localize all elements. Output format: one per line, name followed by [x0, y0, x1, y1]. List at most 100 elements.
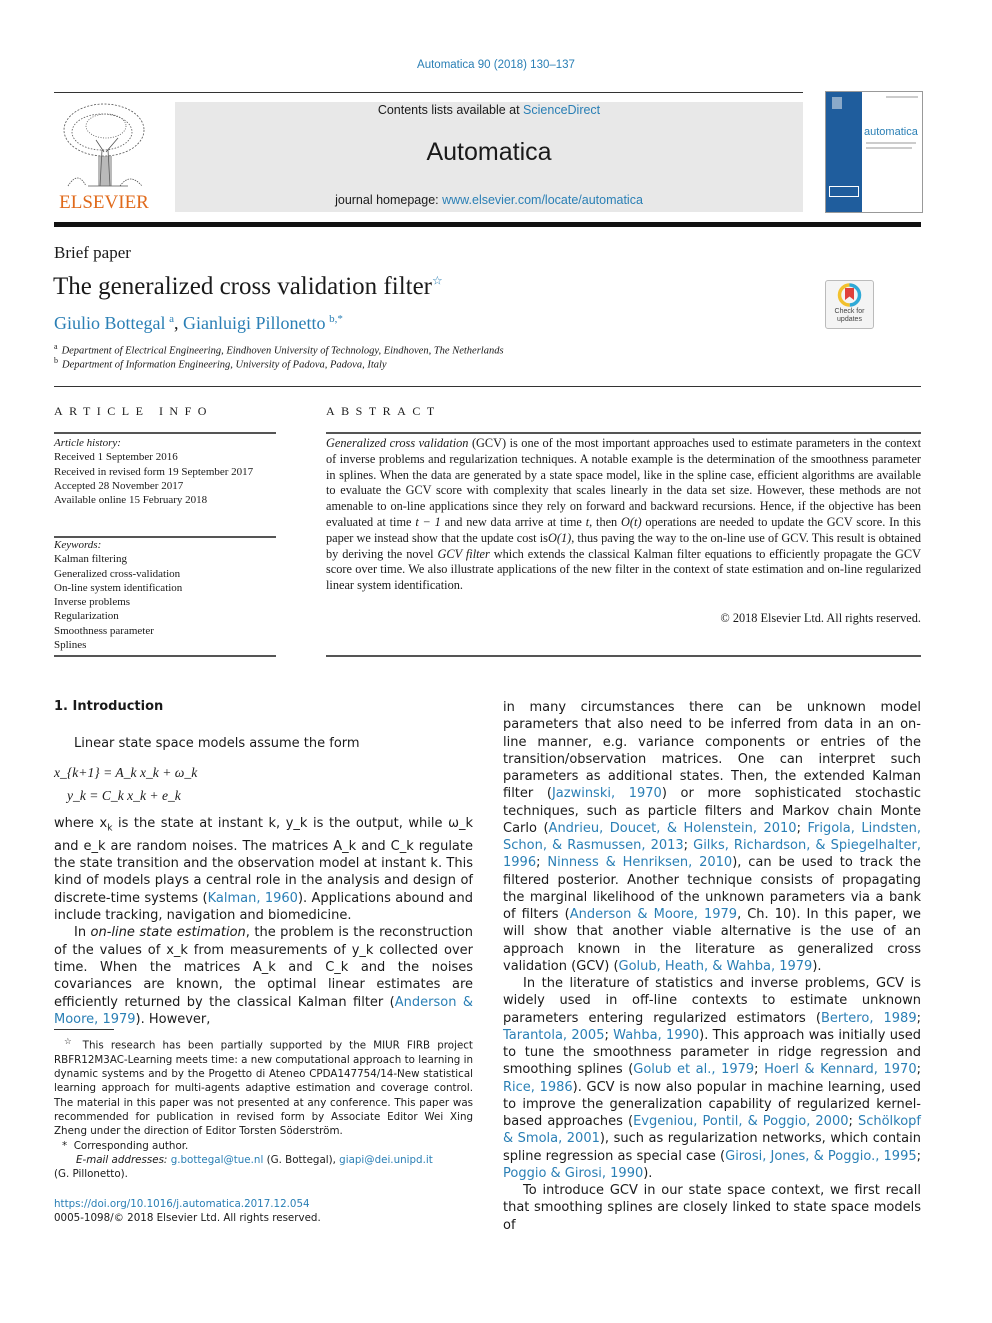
check-for-updates-button[interactable]: Check for updates — [825, 280, 874, 329]
text-span: ). — [812, 958, 822, 974]
corresponding-footnote: * Corresponding author. — [54, 1139, 473, 1153]
history-item: Received in revised form 19 September 20… — [54, 465, 254, 478]
separator: ; — [796, 820, 808, 836]
divider — [326, 655, 921, 657]
separator: ; — [916, 1148, 921, 1164]
email-link[interactable]: giapi@dei.unipd.it — [339, 1154, 433, 1166]
body-column-right: in many circumstances there can be unkno… — [503, 699, 921, 1234]
keywords-label: Keywords: — [54, 539, 102, 551]
author-name-link[interactable]: Giulio Bottegal — [54, 313, 166, 333]
journal-reference-link[interactable]: Automatica 90 (2018) 130–137 — [0, 59, 992, 71]
crossmark-icon — [837, 283, 862, 307]
citation-link[interactable]: Golub, Heath, & Wahba, 1979 — [619, 959, 813, 974]
abstract-text: Generalized cross validation (GCV) is on… — [326, 436, 921, 594]
equation-state: x_{k+1} = A_k x_k + ω_k — [54, 765, 198, 780]
text-span: ). — [643, 1165, 653, 1181]
equation-output: y_k = C_k x_k + e_k — [67, 788, 181, 803]
separator: ; — [916, 1062, 921, 1078]
journal-header-box: Contents lists available at ScienceDirec… — [175, 102, 803, 212]
separator: ; — [604, 1027, 614, 1043]
corresponding-text: Corresponding author. — [73, 1139, 189, 1152]
paragraph: in many circumstances there can be unkno… — [503, 699, 921, 975]
paragraph: To introduce GCV in our state space cont… — [503, 1182, 921, 1234]
text-span: where x — [54, 816, 108, 831]
keyword-item: Kalman filtering — [54, 553, 128, 566]
email-owner: (G. Pillonetto). — [54, 1168, 128, 1181]
divider — [54, 655, 276, 657]
affiliation-text: Department of Information Engineering, U… — [62, 359, 387, 371]
separator: ; — [536, 855, 548, 871]
divider — [54, 432, 276, 434]
history-item: Accepted 28 November 2017 — [54, 479, 184, 492]
italic-span: on-line state estimation — [90, 925, 246, 941]
author-affil-sup[interactable]: b,* — [329, 313, 343, 325]
abstract-heading: ABSTRACT — [326, 404, 441, 418]
citation-link[interactable]: Girosi, Jones, & Poggio., 1995 — [725, 1149, 916, 1164]
cover-title: automatica — [864, 126, 918, 138]
footnote-rule — [54, 1029, 114, 1030]
footnotes: ☆ This research has been partially suppo… — [54, 1035, 473, 1181]
separator: ; — [683, 838, 694, 853]
keyword-item: Regularization — [54, 610, 119, 623]
keywords-list: Keywords: Kalman filtering Generalized c… — [54, 538, 276, 652]
elsevier-wordmark: ELSEVIER — [59, 192, 149, 213]
journal-name: Automatica — [426, 138, 552, 166]
separator: ; — [916, 1010, 921, 1026]
affiliation-text: Department of Electrical Engineering, Ei… — [61, 345, 504, 357]
separator: ; — [848, 1114, 858, 1129]
author-list: Giulio Bottegal a, Gianluigi Pillonetto … — [54, 313, 343, 333]
footnote-star-icon: ☆ — [64, 1037, 76, 1047]
divider — [54, 386, 921, 387]
divider — [326, 432, 921, 434]
elsevier-logo[interactable]: ELSEVIER — [54, 100, 154, 215]
abstract-span: , then — [589, 514, 622, 529]
doi-link[interactable]: https://doi.org/10.1016/j.automatica.201… — [54, 1197, 321, 1211]
header-rule — [54, 92, 803, 93]
citation-link[interactable]: Andrieu, Doucet, & Holenstein, 2010 — [549, 821, 797, 836]
paragraph: where xk is the state at instant k, y_k … — [54, 816, 474, 924]
citation-link[interactable]: Bertero, 1989 — [821, 1011, 917, 1026]
citation-link[interactable]: Anderson & Moore, 1979 — [570, 907, 737, 922]
email-label: E-mail addresses: — [76, 1153, 168, 1166]
history-label: Article history: — [54, 437, 121, 449]
journal-homepage-link[interactable]: www.elsevier.com/locate/automatica — [442, 193, 643, 207]
math-inline: O(1) — [547, 530, 572, 545]
body-column-left: where xk is the state at instant k, y_k … — [54, 815, 473, 1028]
affiliation: b Department of Information Engineering, … — [54, 356, 387, 371]
author-name-link[interactable]: Gianluigi Pillonetto — [183, 313, 326, 333]
article-info-heading: ARTICLE INFO — [54, 404, 213, 418]
email-link[interactable]: g.bottegal@tue.nl — [171, 1154, 264, 1166]
contents-line: Contents lists available at ScienceDirec… — [175, 103, 803, 117]
paper-title-text: The generalized cross validation filter — [53, 273, 433, 300]
paragraph: In the literature of statistics and inve… — [503, 975, 921, 1182]
citation-link[interactable]: Ninness & Henriksen, 2010 — [547, 855, 732, 870]
title-footnote-star-icon[interactable]: ☆ — [432, 274, 443, 288]
citation-link[interactable]: Tarantola, 2005 — [503, 1028, 604, 1043]
citation-link[interactable]: Golub et al., 1979 — [633, 1062, 754, 1077]
citation-link[interactable]: Jazwinski, 1970 — [552, 786, 662, 801]
email-owner: (G. Bottegal), — [263, 1153, 340, 1166]
keyword-item: Generalized cross-validation — [54, 567, 181, 580]
elsevier-tree-icon — [63, 103, 145, 187]
section-heading: 1. Introduction — [54, 699, 164, 714]
abstract-span: and new data arrive at time — [440, 514, 586, 529]
affiliation-key: b — [54, 356, 58, 365]
citation-link[interactable]: Kalman, 1960 — [208, 891, 298, 906]
email-line: E-mail addresses: g.bottegal@tue.nl (G. … — [54, 1153, 473, 1167]
citation-link[interactable]: Wahba, 1990 — [613, 1028, 699, 1043]
keyword-item: Splines — [54, 639, 87, 652]
citation-link[interactable]: Rice, 1986 — [503, 1080, 573, 1095]
sciencedirect-link[interactable]: ScienceDirect — [523, 103, 600, 117]
header-thick-rule — [54, 222, 921, 227]
citation-link[interactable]: Poggio & Girosi, 1990 — [503, 1166, 643, 1181]
cover-spine — [826, 92, 862, 212]
abstract-italic: GCV filter — [437, 546, 490, 561]
citation-link[interactable]: Evgeniou, Pontil, & Poggio, 2000 — [633, 1114, 848, 1129]
journal-cover-image[interactable]: automatica — [825, 91, 923, 213]
funding-text: This research has been partially support… — [54, 1039, 473, 1138]
separator: ; — [754, 1062, 765, 1078]
history-item: Received 1 September 2016 — [54, 451, 178, 464]
citation-link[interactable]: Hoerl & Kennard, 1970 — [764, 1062, 916, 1077]
keyword-item: On-line system identification — [54, 581, 183, 594]
text-span: ). However, — [135, 1011, 211, 1027]
